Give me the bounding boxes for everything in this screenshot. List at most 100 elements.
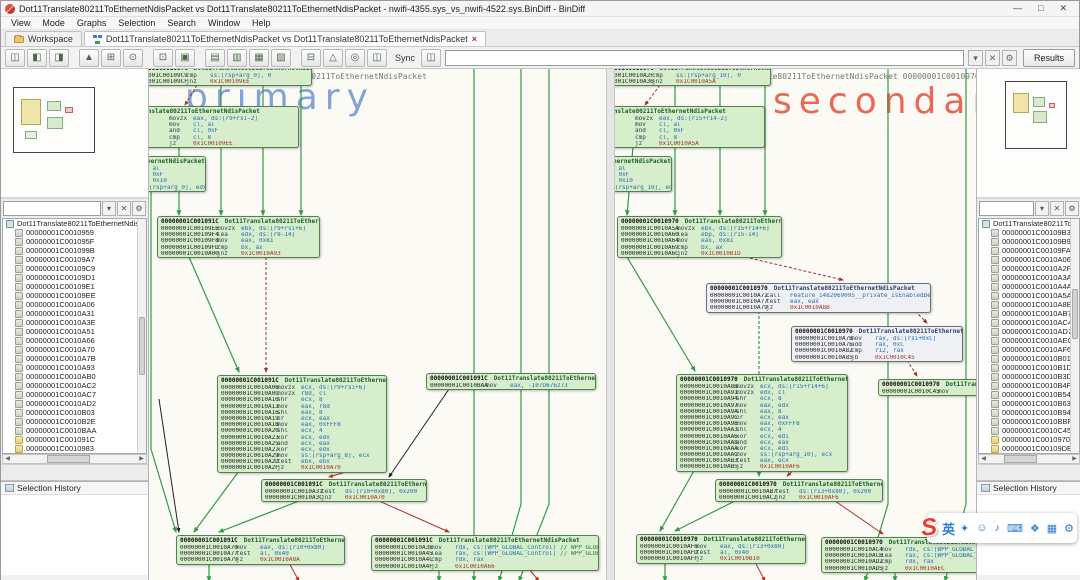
tab-workspace[interactable]: Workspace: [5, 31, 82, 46]
tree-item-basicblock[interactable]: 00000001C0010AEC: [979, 336, 1079, 345]
basicblock-node[interactable]: 00000001C001091CDot11Translate80211ToEth…: [426, 373, 596, 390]
tree-item-basicblock[interactable]: 00000001C0010A3E: [3, 318, 146, 327]
tree-item-basicblock[interactable]: 00000001C0010A66: [3, 336, 146, 345]
zoom-selection-icon[interactable]: ▣: [175, 49, 195, 67]
tree-item-basicblock[interactable]: 00000001C001095F: [3, 237, 146, 246]
tree-item-basicblock[interactable]: 00000001C00109EE: [3, 291, 146, 300]
tree-item-basicblock[interactable]: 00000001C0010B2E: [3, 417, 146, 426]
tree-item-basicblock[interactable]: 00000001C001099B: [3, 246, 146, 255]
basicblock-node[interactable]: 00000001C001091CDot11Translate80211ToEth…: [371, 535, 599, 571]
tree-item-basicblock[interactable]: 00000001C0010A06: [979, 255, 1079, 264]
filter-clear-icon[interactable]: ✕: [1050, 201, 1064, 216]
basicblock-node[interactable]: 00000001C0010970Dot11Translate80211ToEth…: [617, 216, 782, 258]
tree-item-basicblock[interactable]: 00000001C0010AC7: [3, 390, 146, 399]
filter-settings-icon[interactable]: ⚙: [132, 201, 146, 216]
tree-item-basicblock[interactable]: 00000001C00109DE: [979, 444, 1079, 453]
tree-item-basicblock[interactable]: 00000001C0010BBF: [979, 417, 1079, 426]
menu-help[interactable]: Help: [246, 18, 277, 28]
filter-dropdown-icon[interactable]: ▾: [1035, 201, 1049, 216]
primary-graph-pane[interactable]: Dot11Translate80211ToEthernetNdisPacketp…: [149, 69, 607, 580]
circular-layout-icon[interactable]: ⊙: [123, 49, 143, 67]
tree-root-function[interactable]: Dot11Translate80211ToEthernetNdisPacket: [979, 219, 1079, 228]
minimize-button[interactable]: —: [1013, 3, 1022, 14]
secondary-overview-minimap[interactable]: [977, 69, 1080, 199]
ime-language-toggle[interactable]: 英: [942, 519, 955, 538]
node-folding-icon[interactable]: △: [323, 49, 343, 67]
secondary-graph-view-icon[interactable]: ◨: [49, 49, 69, 67]
basicblock-node[interactable]: 00000001C0010970Dot11Translate80211ToEth…: [715, 479, 883, 502]
sparkle-icon[interactable]: ✦: [960, 522, 969, 535]
zoom-fit-icon[interactable]: ⊡: [153, 49, 173, 67]
basicblock-node[interactable]: 00000001C001097CDot11Translate80211ToEth…: [149, 69, 312, 86]
results-button[interactable]: Results: [1023, 49, 1075, 67]
basicblock-node[interactable]: 00000001C0010970Dot11Translate80211ToEth…: [791, 326, 963, 362]
tree-item-basicblock[interactable]: 00000001C00109B9: [979, 237, 1079, 246]
microphone-icon[interactable]: ♪: [994, 522, 1000, 534]
tab-close-icon[interactable]: ×: [472, 34, 477, 44]
primary-graph-view-icon[interactable]: ◧: [27, 49, 47, 67]
overview-panel-icon[interactable]: ▤: [205, 49, 225, 67]
maximize-button[interactable]: □: [1038, 3, 1043, 14]
tree-item-basicblock[interactable]: 00000001C00109C9: [3, 264, 146, 273]
tree-item-basicblock[interactable]: 00000001C00109A7: [3, 255, 146, 264]
hierarchic-layout-icon[interactable]: ▲: [79, 49, 99, 67]
sync-views-icon[interactable]: ◫: [367, 49, 387, 67]
tree-item-basicblock[interactable]: 00000001C00109D1: [3, 273, 146, 282]
node-panel-icon[interactable]: ▧: [271, 49, 291, 67]
sync-toggle-button[interactable]: ◫: [421, 49, 441, 67]
tree-item-basicblock[interactable]: 00000001C0010A7B: [3, 354, 146, 363]
tree-vscrollbar[interactable]: [137, 219, 146, 453]
tree-item-basicblock[interactable]: 00000001C0010AC2: [3, 381, 146, 390]
tree-item-basicblock[interactable]: 00000001C00109FA: [979, 246, 1079, 255]
combo-dropdown-button[interactable]: ▾: [968, 50, 983, 66]
orthogonal-layout-icon[interactable]: ⊞: [101, 49, 121, 67]
tree-item-basicblock[interactable]: 00000001C0010A4A: [979, 282, 1079, 291]
search-combobox[interactable]: [445, 50, 964, 66]
tree-item-basicblock[interactable]: 00000001C0010B01: [979, 354, 1079, 363]
tab-diff[interactable]: Dot11Translate80211ToEthernetNdisPacket …: [84, 31, 486, 46]
tree-item-basicblock[interactable]: 00000001C0010A8B: [979, 300, 1079, 309]
pane-splitter[interactable]: [607, 69, 615, 580]
node-grouping-icon[interactable]: ◎: [345, 49, 365, 67]
close-button[interactable]: ✕: [1059, 3, 1067, 14]
tree-item-basicblock[interactable]: 00000001C0010AD2: [3, 399, 146, 408]
tree-item-basicblock[interactable]: 00000001C0010C45: [979, 426, 1079, 435]
basicblock-node[interactable]: 00000001C0010970Dot11Translate80211ToEth…: [676, 374, 848, 472]
tree-item-basicblock[interactable]: 00000001C0010A70: [3, 345, 146, 354]
keyboard-icon[interactable]: ⌨: [1007, 522, 1023, 535]
basicblock-node[interactable]: Dot11Translate80211ToEthernetNdisPacketm…: [149, 106, 299, 148]
basicblock-node[interactable]: 00000001C0010970Dot11Translate80211ToEth…: [615, 69, 771, 86]
tree-item-basicblock[interactable]: 00000001C0010AD7: [979, 327, 1079, 336]
tree-item-basicblock[interactable]: 00000001C0010B4F: [979, 381, 1079, 390]
tree-item-basicblock[interactable]: 00000001C0010A93: [3, 363, 146, 372]
basicblock-node[interactable]: 00000001C001091CDot11Translate80211ToEth…: [157, 216, 320, 258]
filter-settings-icon[interactable]: ⚙: [1065, 201, 1079, 216]
tree-item-basicblock[interactable]: 00000001C0010B1D: [979, 363, 1079, 372]
emoji-icon[interactable]: ☺: [976, 522, 987, 534]
tree-item-basicblock[interactable]: 00000001C0010BAA: [3, 426, 146, 435]
tree-item-basicblock[interactable]: 00000001C0010A31: [3, 309, 146, 318]
tree-item-basicblock[interactable]: 00000001C0010AB7: [979, 309, 1079, 318]
sidebar-splitter[interactable]: [1, 464, 148, 481]
tree-hscrollbar[interactable]: ◀▶: [978, 454, 1080, 464]
basicblock-node[interactable]: Dot11Translate80211ToEthernetNdisPacketm…: [149, 156, 206, 192]
sogou-logo-icon[interactable]: S: [920, 514, 939, 542]
basicblock-node[interactable]: 00000001C0010970Dot11Translate80211ToEth…: [706, 283, 931, 313]
tree-item-basicblock[interactable]: 00000001C0010A3A: [979, 273, 1079, 282]
layout-panel-icon[interactable]: ▥: [227, 49, 247, 67]
tree-hscrollbar[interactable]: ◀▶: [2, 454, 147, 464]
combined-view-icon[interactable]: ◫: [5, 49, 25, 67]
basicblock-node[interactable]: 00000001C001091CDot11Translate80211ToEth…: [176, 535, 345, 565]
sidebar-splitter[interactable]: [977, 464, 1080, 481]
tree-item-basicblock[interactable]: 00000001C0010B94: [979, 408, 1079, 417]
basicblock-node[interactable]: 00000001C0010970Dot11Translate80211ToEth…: [636, 534, 806, 564]
tree-item-basicblock[interactable]: 00000001C0010AF6: [979, 345, 1079, 354]
menu-window[interactable]: Window: [202, 18, 246, 28]
settings-gear-icon[interactable]: ⚙: [1064, 522, 1074, 535]
menu-view[interactable]: View: [5, 18, 36, 28]
tree-item-basicblock[interactable]: 00000001C0010983: [3, 444, 146, 453]
tree-item-basicblock[interactable]: 00000001C0010A51: [3, 327, 146, 336]
secondary-filter-input[interactable]: [979, 201, 1034, 216]
basicblock-node[interactable]: Dot11Translate80211ToEthernetNdisPacketm…: [615, 156, 672, 192]
tree-item-basicblock[interactable]: 00000001C0010B54: [979, 390, 1079, 399]
